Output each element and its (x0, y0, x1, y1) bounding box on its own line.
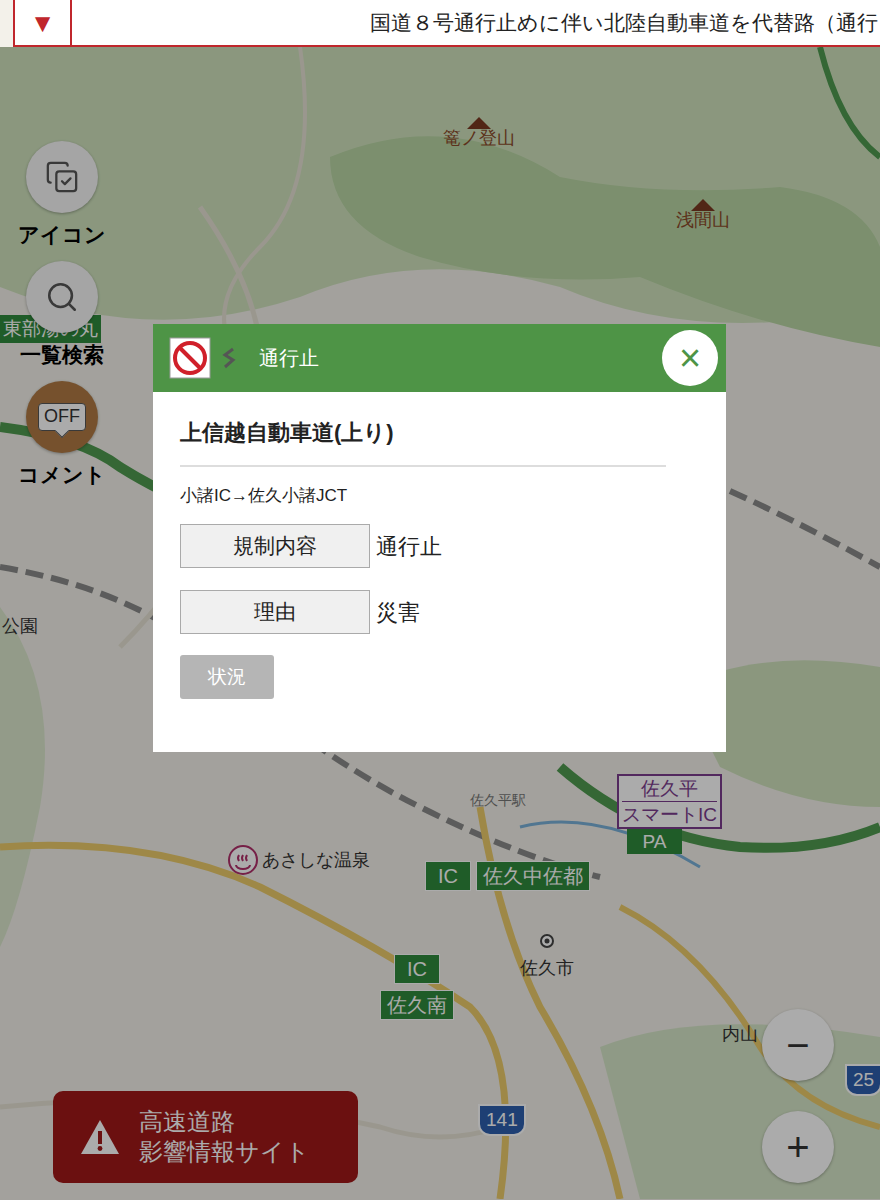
no-entry-icon (169, 337, 211, 379)
banner-text[interactable]: 国道８号通行止めに伴い北陸自動車道を代替路（通行 (72, 0, 880, 45)
dialog-header: 通行止× (153, 324, 726, 392)
disaster-icon (221, 346, 237, 370)
news-banner: ▼国道８号通行止めに伴い北陸自動車道を代替路（通行 (0, 0, 880, 47)
detail-row: 規制内容通行止 (180, 524, 699, 568)
close-button[interactable]: × (662, 330, 718, 386)
banner-toggle[interactable]: ▼ (15, 0, 72, 45)
status-button: 状況 (180, 655, 274, 699)
route-section: 小諸IC→佐久小諸JCT (180, 485, 699, 507)
closure-dialog: 通行止× 上信越自動車道(上り) 小諸IC→佐久小諸JCT 規制内容通行止理由災害状況 (153, 324, 726, 752)
traffic-map-app: ▼国道８号通行止めに伴い北陸自動車道を代替路（通行篭ノ登山浅間山あさしな温泉佐久… (0, 0, 880, 1200)
detail-row: 理由災害 (180, 590, 699, 634)
dialog-title: 上信越自動車道(上り) (180, 418, 666, 467)
map[interactable]: 篭ノ登山浅間山あさしな温泉佐久市内山佐久平駅公園東部湯の丸佐久平スマートICPA… (0, 47, 880, 1200)
